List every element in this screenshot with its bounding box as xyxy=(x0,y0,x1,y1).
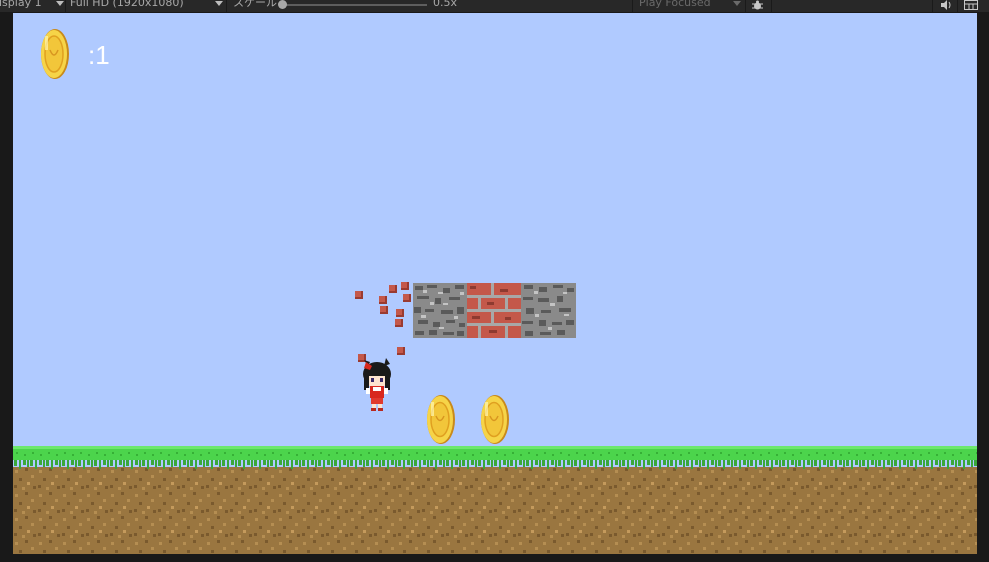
separator xyxy=(932,0,933,12)
ground xyxy=(13,446,977,554)
game-viewport[interactable]: :1 xyxy=(13,13,977,554)
coin-pickup xyxy=(427,395,455,444)
brick-block xyxy=(467,283,521,338)
bug-icon[interactable] xyxy=(751,0,764,14)
grass-layer xyxy=(13,446,977,470)
brick-debris xyxy=(397,347,405,355)
separator xyxy=(226,0,227,12)
brick-debris xyxy=(401,282,409,290)
scale-slider[interactable] xyxy=(283,4,427,6)
stats-icon[interactable] xyxy=(964,0,978,13)
scale-value: 0.5x xyxy=(433,0,458,9)
separator xyxy=(771,0,772,12)
coin-pickup xyxy=(481,395,509,444)
coin-count: :1 xyxy=(88,40,110,70)
separator xyxy=(65,0,66,12)
separator xyxy=(745,0,746,12)
separator xyxy=(632,0,633,12)
chevron-down-icon xyxy=(215,1,223,6)
audio-icon[interactable] xyxy=(940,0,952,13)
brick-debris xyxy=(403,294,411,302)
display-dropdown[interactable]: isplay 1 xyxy=(0,0,42,8)
chevron-down-icon xyxy=(733,1,741,6)
brick-debris xyxy=(355,291,363,299)
scale-label: スケール xyxy=(233,0,277,9)
brick-debris xyxy=(395,319,403,327)
stone-block xyxy=(413,283,467,338)
player-character xyxy=(363,358,391,411)
brick-debris xyxy=(379,296,387,304)
scale-slider-handle[interactable] xyxy=(278,0,287,9)
dirt-layer xyxy=(13,467,977,554)
game-view-toolbar: isplay 1 Full HD (1920x1080) スケール 0.5x P… xyxy=(0,0,989,13)
play-mode-dropdown[interactable]: Play Focused xyxy=(639,0,711,8)
stone-block xyxy=(521,283,576,338)
separator xyxy=(957,0,958,12)
resolution-dropdown[interactable]: Full HD (1920x1080) xyxy=(70,0,184,8)
brick-debris xyxy=(380,306,388,314)
brick-debris xyxy=(389,285,397,293)
coin-icon xyxy=(41,29,69,79)
brick-debris xyxy=(396,309,404,317)
chevron-down-icon xyxy=(56,1,64,6)
